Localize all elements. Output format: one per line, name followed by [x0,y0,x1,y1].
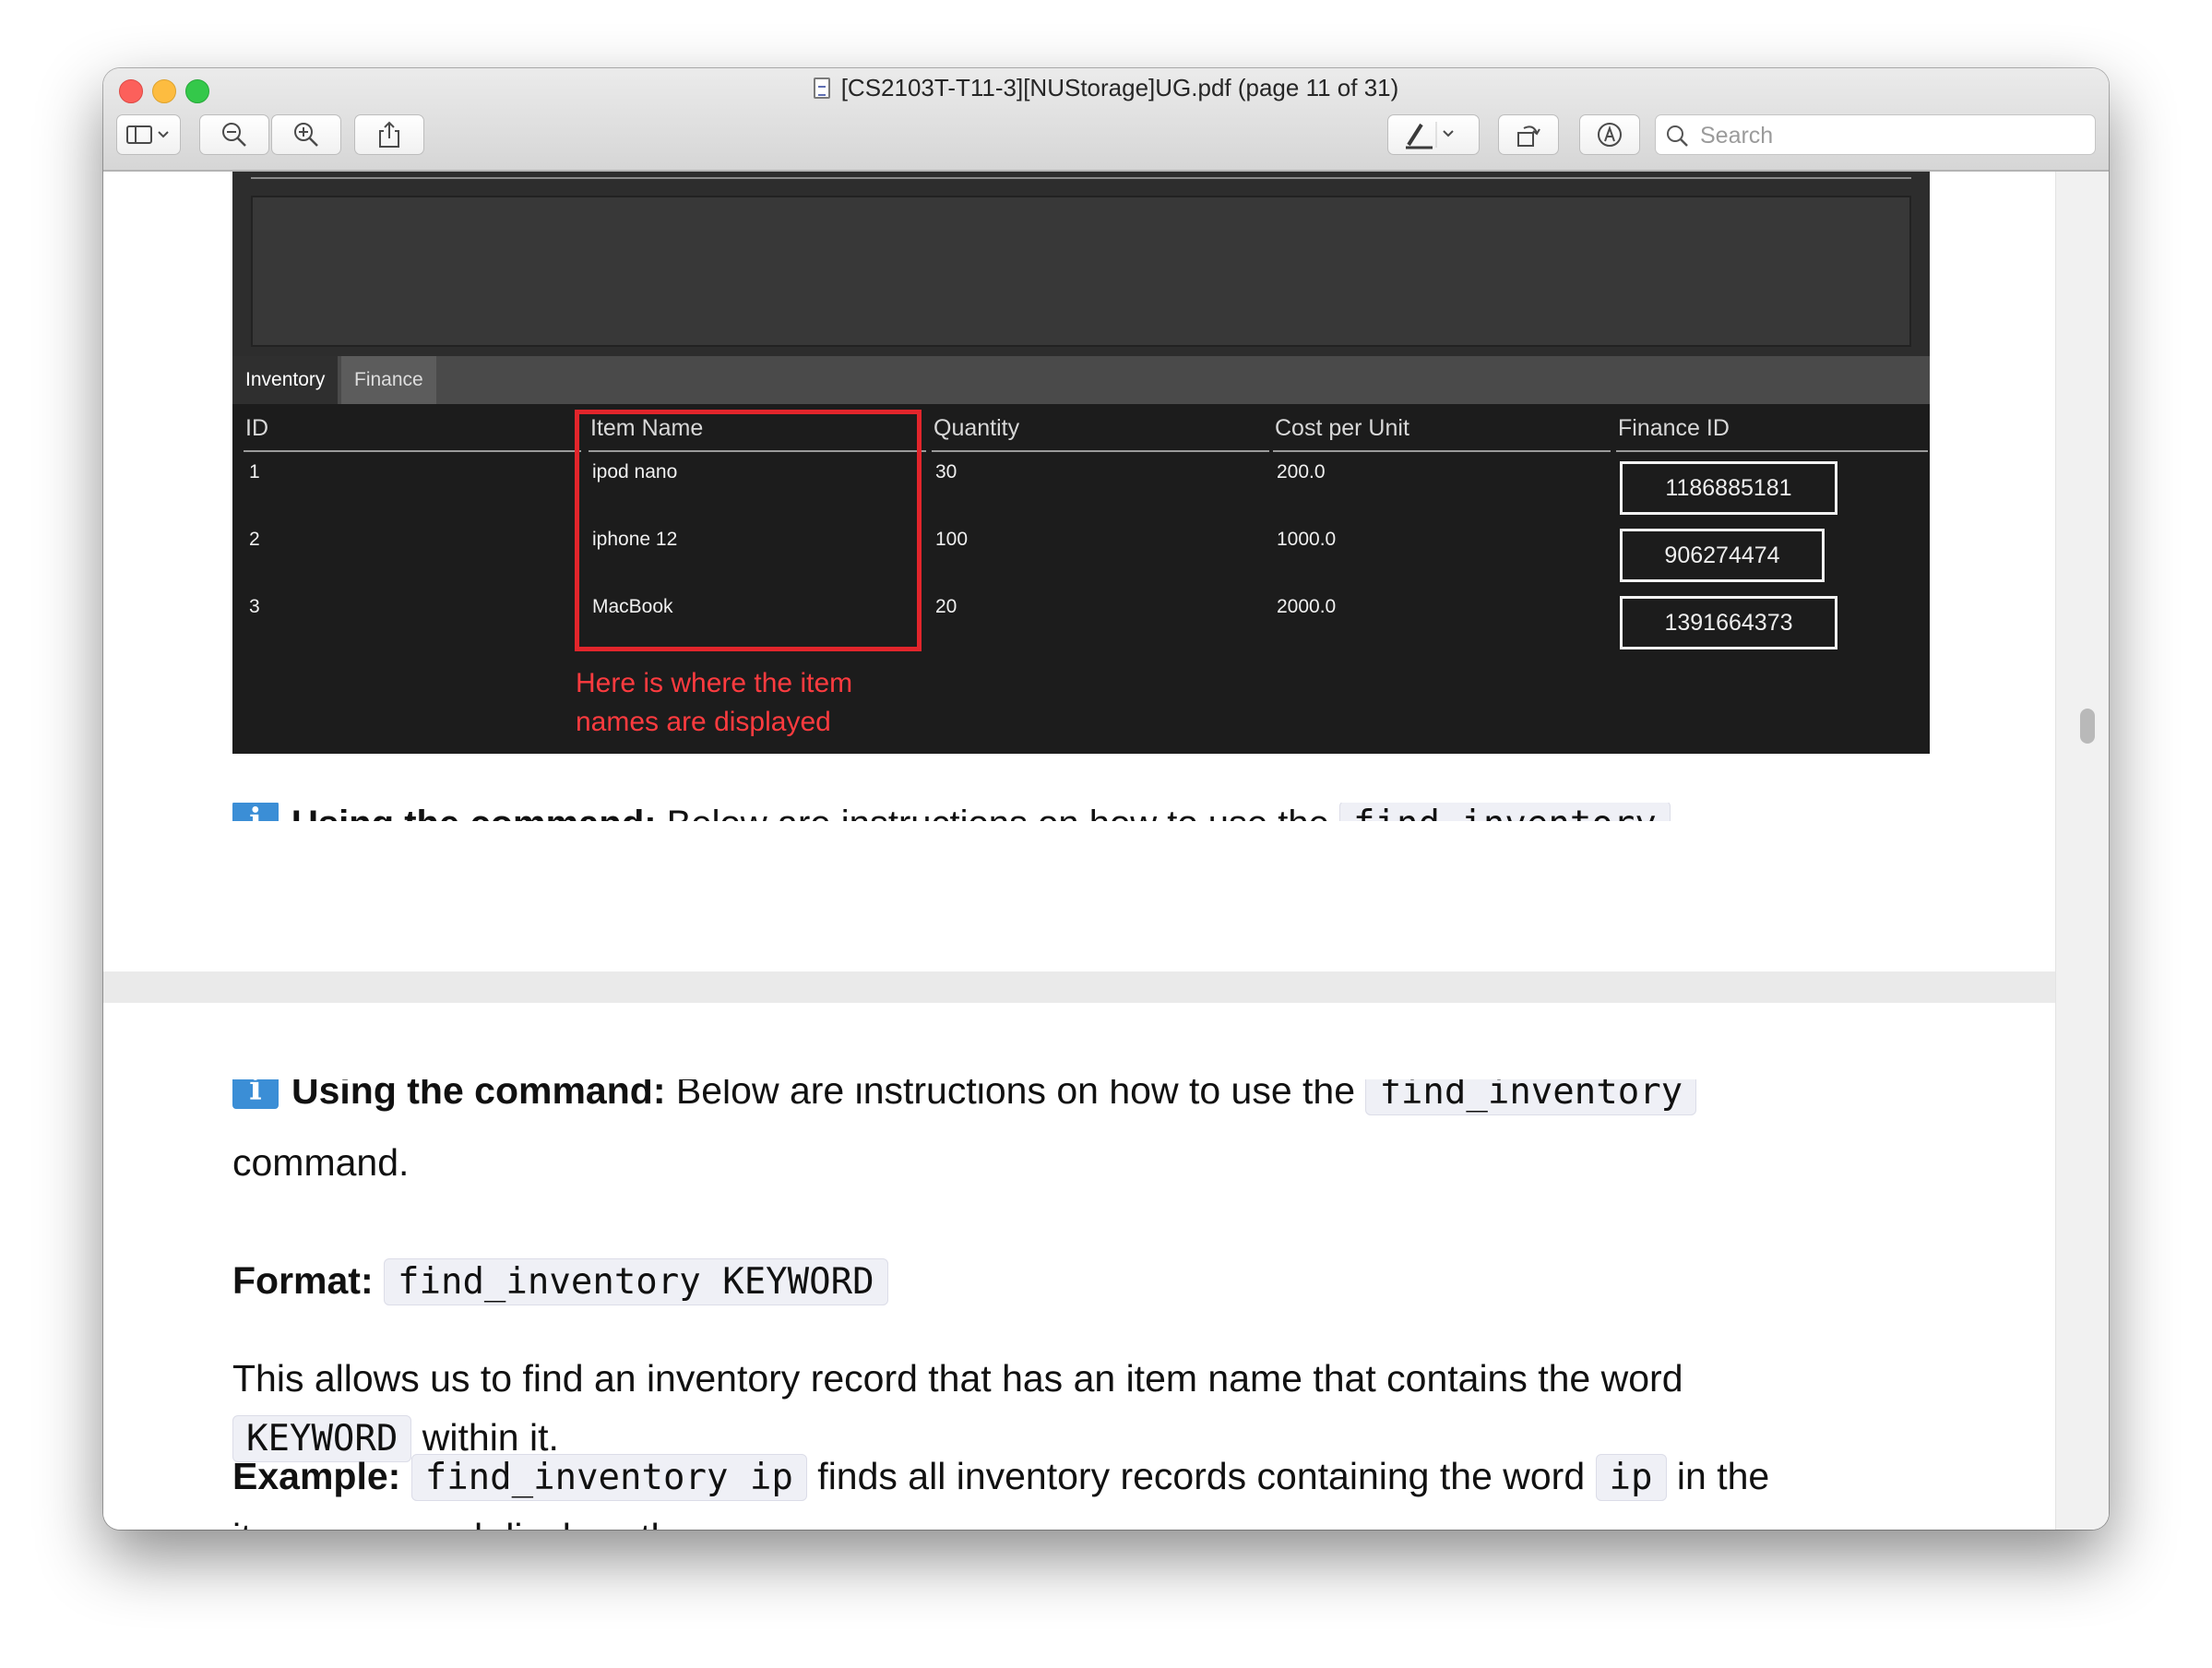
search-icon [1667,125,1688,147]
example-paragraph: Example: find_inventory ip finds all inv… [232,1447,1985,1530]
result-display-panel [251,196,1911,347]
zoom-in-icon [294,123,318,147]
page-break [103,971,2055,1003]
rotate-icon [1517,125,1540,147]
tab-finance: Finance [341,356,436,404]
column-header-finance-id: Finance ID [1618,415,1730,441]
column-divider [932,450,1269,452]
example-label: Example: [232,1455,401,1497]
inventory-table: ID Item Name Quantity Cost per Unit Fina… [232,404,1930,754]
example-code-ip: ip [1595,1454,1667,1501]
using-command-tail: command. [232,1133,1985,1192]
using-text: Below are instructions on how to use the [675,1079,1356,1112]
cell-id: 2 [249,529,260,550]
clipped-page-text: Using the command: Below are instruction… [232,803,1893,821]
share-icon [379,121,399,148]
column-header-id: ID [245,415,268,441]
using-tail: command. [232,1141,410,1184]
annotation-line: Here is where the item [576,668,853,698]
cell-quantity: 100 [935,529,969,550]
search-field[interactable] [1655,114,2096,155]
example-code: find_inventory ip [410,1454,807,1501]
example-tail: item name and displays them. [232,1516,735,1530]
using-code: find_inventory [1365,1079,1697,1115]
pdf-document-icon [813,77,830,99]
sidebar-view-button[interactable] [116,114,181,155]
info-icon [232,803,279,821]
item-name-highlight-box [575,410,922,651]
annotation-line: names are displayed [576,707,831,737]
using-text-clipped: Below are instructions on how to use the [667,804,1329,821]
format-code: find_inventory KEYWORD [384,1258,888,1305]
app-screenshot-figure: Inventory Finance ID Item Name Quantity … [232,172,1930,754]
vertical-scrollbar[interactable] [2055,172,2109,1530]
allows-text: This allows us to find an inventory reco… [232,1357,1683,1400]
zoom-out-button[interactable] [199,114,269,155]
using-label-clipped: Using the command: [291,804,657,821]
share-button[interactable] [354,114,424,155]
sidebar-icon [126,125,169,144]
window-title-area: [CS2103T-T11-3][NUStorage]UG.pdf (page 1… [103,74,2109,102]
cell-quantity: 20 [935,596,957,617]
highlight-button[interactable] [1387,114,1480,155]
cell-cost: 200.0 [1277,461,1326,483]
zoom-in-button[interactable] [271,114,341,155]
column-header-quantity: Quantity [934,415,1020,441]
column-divider [1273,450,1611,452]
rotate-button[interactable] [1498,114,1559,155]
search-input[interactable] [1698,121,2080,150]
using-label: Using the command: [291,1079,666,1112]
finance-id-box: 1186885181 [1620,461,1837,515]
column-divider [1616,450,1928,452]
scrollbar-thumb[interactable] [2080,709,2095,744]
using-code-clipped: find_inventory [1339,803,1671,821]
format-line: Format: find_inventory KEYWORD [232,1251,1985,1312]
title-bar: [CS2103T-T11-3][NUStorage]UG.pdf (page 1… [103,68,2109,172]
using-command-line: Using the command: Below are instruction… [232,1079,1985,1133]
cell-id: 3 [249,596,260,617]
example-text: finds all inventory records containing t… [817,1455,1586,1497]
screenshot-divider [251,172,1911,179]
finance-id-box: 1391664373 [1620,596,1837,649]
column-header-cost-per-unit: Cost per Unit [1275,415,1409,441]
cell-cost: 2000.0 [1277,596,1337,617]
cell-cost: 1000.0 [1277,529,1337,550]
example-text-2: in the [1676,1455,1770,1497]
annotation-text: Here is where the item names are display… [576,664,945,742]
tab-inventory: Inventory [232,356,339,404]
document-view[interactable]: Inventory Finance ID Item Name Quantity … [103,172,2109,1530]
column-divider [244,450,581,452]
window-title: [CS2103T-T11-3][NUStorage]UG.pdf (page 1… [840,74,1399,101]
cell-id: 1 [249,461,260,483]
format-label: Format: [232,1259,374,1302]
tab-bar: Inventory Finance [232,356,1930,404]
markup-button[interactable] [1579,114,1640,155]
zoom-out-icon [222,123,246,147]
cell-quantity: 30 [935,461,957,483]
preview-window: [CS2103T-T11-3][NUStorage]UG.pdf (page 1… [103,68,2109,1530]
markup-icon [1598,123,1622,147]
finance-id-box: 906274474 [1620,529,1825,582]
info-icon [232,1079,279,1109]
highlighter-pen-icon [1406,122,1454,149]
